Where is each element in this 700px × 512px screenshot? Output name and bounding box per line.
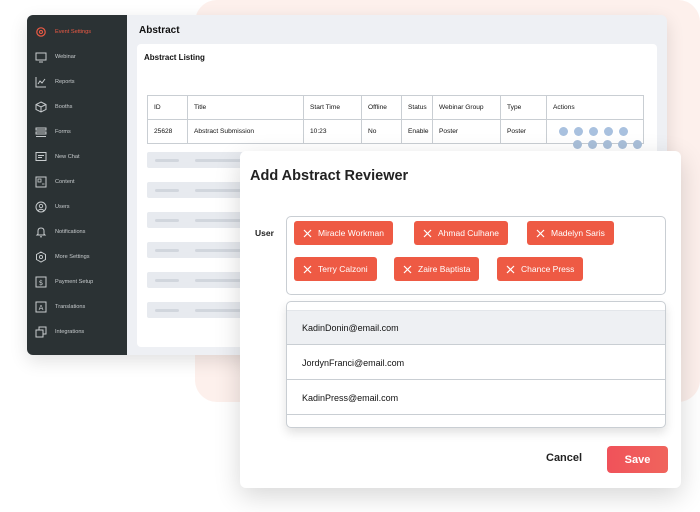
sidebar-item-label: Reports: [55, 78, 75, 85]
sidebar-item-label: Notifications: [55, 228, 86, 235]
sidebar-item-label: Payment Setup: [55, 278, 94, 285]
sidebar-item-translations[interactable]: A Translations: [27, 294, 127, 319]
placeholder-row-actions: [573, 140, 642, 149]
table-cell-type: Poster: [501, 120, 547, 143]
sidebar-item-integrations[interactable]: Integrations: [27, 319, 127, 344]
dropdown-option[interactable]: JordynFranci@email.com: [287, 346, 665, 380]
table-cell-webinar-group: Poster: [433, 120, 501, 143]
user-tag-label: Terry Calzoni: [318, 264, 368, 274]
cube-icon: [35, 100, 47, 113]
sidebar-item-more-settings[interactable]: More Settings: [27, 244, 127, 269]
close-icon[interactable]: [403, 265, 412, 274]
dropdown-option[interactable]: KadinDonin@email.com: [287, 311, 665, 345]
user-tag-label: Miracle Workman: [318, 228, 384, 238]
user-multiselect[interactable]: Miracle Workman Ahmad Culhane Madelyn Sa…: [286, 216, 666, 295]
translate-icon: A: [35, 301, 47, 313]
card-title: Abstract Listing: [144, 53, 205, 62]
close-icon[interactable]: [506, 265, 515, 274]
sidebar-item-booths[interactable]: Booths: [27, 94, 127, 119]
close-icon[interactable]: [423, 229, 432, 238]
row-actions: [553, 127, 628, 136]
close-icon[interactable]: [536, 229, 545, 238]
table-header-cell: Start Time: [304, 96, 362, 119]
sidebar-item-label: Event Settings: [55, 28, 92, 35]
table-cell-offline: No: [362, 120, 402, 143]
sidebar-item-label: Content: [55, 178, 75, 185]
sidebar-item-forms[interactable]: Forms: [27, 119, 127, 144]
gear-icon: [35, 26, 47, 38]
user-tag[interactable]: Zaire Baptista: [394, 257, 480, 281]
table-header-cell: Webinar Group: [433, 96, 501, 119]
sidebar-item-label: Webinar: [55, 53, 76, 60]
user-field-label: User: [255, 228, 274, 238]
user-tag[interactable]: Ahmad Culhane: [414, 221, 508, 245]
user-tag-label: Madelyn Saris: [551, 228, 605, 238]
sidebar-item-label: Translations: [55, 303, 86, 310]
stage: Event Settings Webinar Reports Booths Fo…: [0, 0, 700, 512]
table-cell-title: Abstract Submission: [188, 120, 304, 143]
sidebar: Event Settings Webinar Reports Booths Fo…: [27, 15, 127, 355]
dropdown-option[interactable]: KadinPress@email.com: [287, 381, 665, 415]
close-icon[interactable]: [303, 265, 312, 274]
chat-icon: [35, 151, 47, 163]
sidebar-item-notifications[interactable]: Notifications: [27, 219, 127, 244]
close-icon[interactable]: [303, 229, 312, 238]
user-icon: [35, 201, 47, 213]
user-tag-label: Ahmad Culhane: [438, 228, 499, 238]
dollar-icon: $: [35, 276, 47, 288]
sidebar-item-new-chat[interactable]: New Chat: [27, 144, 127, 169]
chart-icon: [35, 76, 47, 88]
user-tag[interactable]: Chance Press: [497, 257, 584, 281]
table-header-row: ID Title Start Time Offline Status Webin…: [147, 95, 644, 120]
save-button[interactable]: Save: [607, 446, 668, 473]
cancel-button[interactable]: Cancel: [546, 452, 582, 464]
action-button[interactable]: [559, 127, 568, 136]
sidebar-item-content[interactable]: Content: [27, 169, 127, 194]
user-tag-label: Chance Press: [521, 264, 575, 274]
table-header-cell: Offline: [362, 96, 402, 119]
table-header-cell: Title: [188, 96, 304, 119]
action-button[interactable]: [604, 127, 613, 136]
sidebar-item-payment-setup[interactable]: $ Payment Setup: [27, 269, 127, 294]
table-row[interactable]: 25628 Abstract Submission 10:23 No Enabl…: [147, 119, 644, 144]
table-header-cell: Status: [402, 96, 433, 119]
user-dropdown: KadinDonin@email.com JordynFranci@email.…: [286, 301, 666, 428]
table-header-cell: Type: [501, 96, 547, 119]
action-button[interactable]: [574, 127, 583, 136]
user-tag-label: Zaire Baptista: [418, 264, 471, 274]
page-title: Abstract: [139, 25, 180, 36]
sidebar-item-label: Booths: [55, 103, 73, 110]
sidebar-item-users[interactable]: Users: [27, 194, 127, 219]
settings-icon: [35, 250, 47, 263]
sidebar-item-label: Users: [55, 203, 70, 210]
integrations-icon: [35, 326, 47, 338]
table-header-cell: Actions: [553, 104, 575, 111]
action-button[interactable]: [619, 127, 628, 136]
monitor-icon: [35, 51, 47, 63]
bell-icon: [35, 226, 47, 238]
user-tag[interactable]: Madelyn Saris: [527, 221, 614, 245]
action-button[interactable]: [589, 127, 598, 136]
sidebar-item-label: New Chat: [55, 153, 80, 160]
forms-icon: [35, 126, 47, 138]
table-cell-id: 25628: [148, 120, 188, 143]
table-cell-status: Enable: [402, 120, 433, 143]
svg-text:A: A: [39, 304, 44, 312]
sidebar-item-webinar[interactable]: Webinar: [27, 44, 127, 69]
sidebar-item-event-settings[interactable]: Event Settings: [27, 19, 127, 44]
add-abstract-reviewer-modal: Add Abstract Reviewer User Miracle Workm…: [240, 151, 681, 488]
svg-text:$: $: [39, 279, 43, 287]
user-tag[interactable]: Terry Calzoni: [294, 257, 377, 281]
modal-title: Add Abstract Reviewer: [250, 168, 409, 184]
table-header-cell: ID: [148, 96, 188, 119]
sidebar-item-reports[interactable]: Reports: [27, 69, 127, 94]
sidebar-item-label: Integrations: [55, 328, 85, 335]
user-tag[interactable]: Miracle Workman: [294, 221, 393, 245]
sidebar-item-label: More Settings: [55, 253, 90, 260]
content-icon: [35, 176, 47, 188]
sidebar-item-label: Forms: [55, 128, 71, 135]
table-cell-start-time: 10:23: [304, 120, 362, 143]
